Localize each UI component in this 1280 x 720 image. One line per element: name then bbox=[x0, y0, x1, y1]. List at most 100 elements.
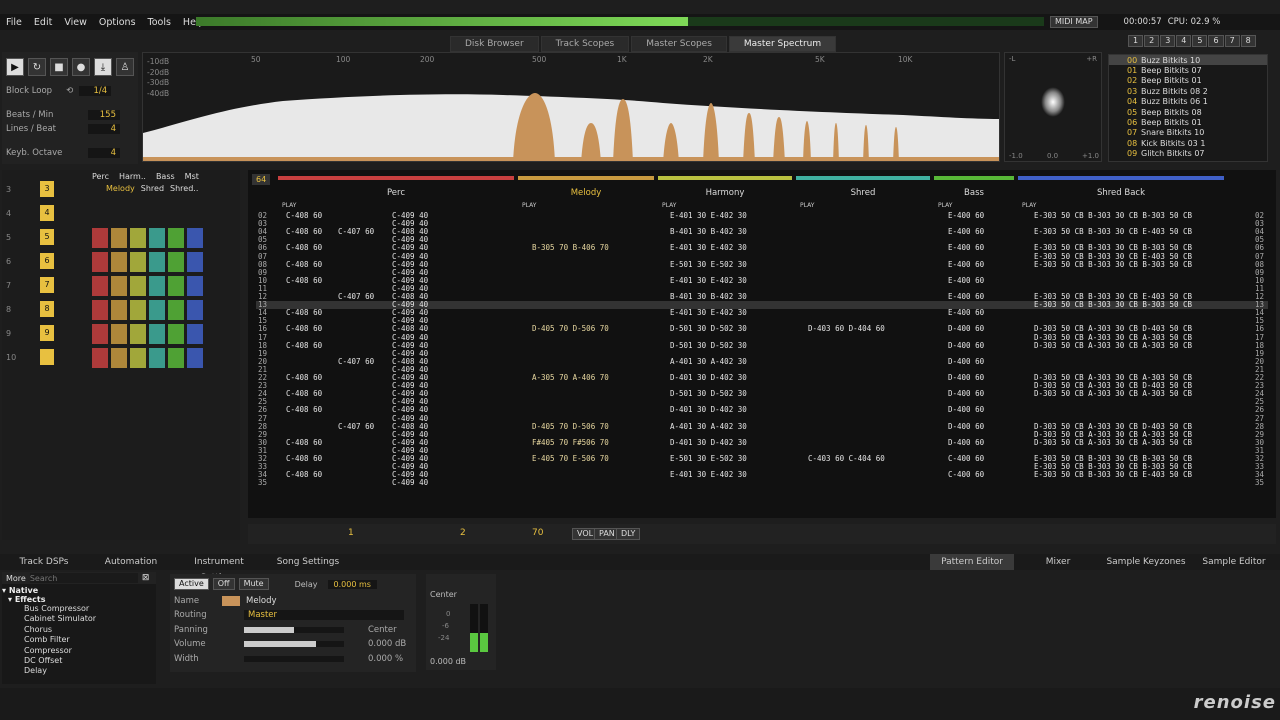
matrix-slot[interactable] bbox=[111, 252, 127, 272]
matrix-slot[interactable] bbox=[187, 228, 203, 248]
tab-automation[interactable]: Automation bbox=[92, 554, 170, 570]
tab-track-dsps[interactable]: Track DSPs bbox=[6, 554, 82, 570]
note-cell[interactable]: D-501 30 D-502 30 bbox=[670, 325, 747, 333]
note-cell[interactable]: C-408 60 bbox=[286, 471, 322, 479]
note-cell[interactable]: C-408 60 bbox=[286, 228, 322, 236]
matrix-slot[interactable] bbox=[111, 324, 127, 344]
mute-toggle[interactable]: Mute bbox=[238, 578, 269, 590]
note-cell[interactable]: E-400 60 bbox=[948, 228, 984, 236]
note-cell[interactable]: D-405 70 D-506 70 bbox=[532, 422, 609, 431]
note-cell[interactable]: D-401 30 D-402 30 bbox=[670, 406, 747, 414]
matrix-slot[interactable] bbox=[130, 324, 146, 344]
matrix-slot[interactable] bbox=[92, 300, 108, 320]
track-header[interactable]: Perc bbox=[278, 188, 514, 198]
sequence-slot[interactable]: 10 bbox=[6, 348, 66, 366]
matrix-slot[interactable] bbox=[111, 276, 127, 296]
note-cell[interactable]: C-408 60 bbox=[286, 438, 322, 447]
matrix-slot[interactable] bbox=[168, 324, 184, 344]
track-name-value[interactable]: Melody bbox=[246, 596, 277, 606]
sequence-pattern[interactable]: 7 bbox=[40, 277, 54, 293]
matrix-slot[interactable] bbox=[92, 252, 108, 272]
lpb-value[interactable]: 4 bbox=[88, 124, 120, 134]
matrix-slot[interactable] bbox=[130, 228, 146, 248]
list-item[interactable]: 05 Beep Bitkits 08 bbox=[1109, 107, 1267, 117]
matrix-slot[interactable] bbox=[187, 276, 203, 296]
tracks-3-button[interactable]: 3 bbox=[1160, 35, 1176, 47]
note-cell[interactable]: D-501 30 D-502 30 bbox=[670, 390, 747, 398]
octave-value[interactable]: 4 bbox=[88, 148, 120, 158]
matrix-slot[interactable] bbox=[130, 276, 146, 296]
matrix-slot[interactable] bbox=[149, 348, 165, 368]
matrix-slot[interactable] bbox=[187, 348, 203, 368]
menu-options[interactable]: Options bbox=[93, 17, 142, 28]
note-cell[interactable]: E-303 50 CB B-303 30 CB B-303 50 CB bbox=[1034, 301, 1192, 309]
note-cell[interactable]: C-408 60 bbox=[286, 455, 322, 463]
list-item[interactable]: 07 Snare Bitkits 10 bbox=[1109, 128, 1267, 138]
note-cell[interactable]: C-409 40 bbox=[392, 479, 428, 487]
dsp-search-input[interactable] bbox=[29, 573, 138, 583]
matrix-slot[interactable] bbox=[187, 300, 203, 320]
note-cell[interactable]: D-401 30 D-402 30 bbox=[670, 438, 747, 447]
note-cell[interactable]: D-400 60 bbox=[948, 438, 984, 447]
note-cell[interactable]: A-401 30 A-402 30 bbox=[670, 357, 747, 366]
note-cell[interactable]: E-400 60 bbox=[948, 212, 984, 220]
note-cell[interactable]: C-400 60 bbox=[948, 455, 984, 463]
menu-file[interactable]: File bbox=[0, 17, 28, 28]
active-toggle[interactable]: Active bbox=[174, 578, 209, 590]
routing-select[interactable]: Master bbox=[244, 610, 404, 620]
note-cell[interactable]: E-401 30 E-402 30 bbox=[670, 309, 747, 317]
sequence-pattern[interactable]: 5 bbox=[40, 229, 54, 245]
matrix-slot[interactable] bbox=[168, 300, 184, 320]
width-slider[interactable] bbox=[244, 656, 344, 662]
note-cell[interactable]: C-408 60 bbox=[286, 406, 322, 414]
delay-value[interactable]: 0.000 ms bbox=[327, 579, 377, 589]
volume-slider[interactable] bbox=[244, 641, 344, 647]
tracks-7-button[interactable]: 7 bbox=[1224, 35, 1240, 47]
list-item[interactable]: 09 Glitch Bitkits 07 bbox=[1109, 149, 1267, 159]
menu-tools[interactable]: Tools bbox=[142, 17, 177, 28]
track-header[interactable]: Shred bbox=[796, 188, 930, 198]
tracks-2-button[interactable]: 2 bbox=[1144, 35, 1160, 47]
menu-edit[interactable]: Edit bbox=[28, 17, 58, 28]
track-header[interactable]: Melody bbox=[518, 188, 654, 198]
follow-icon[interactable]: ⤓ bbox=[94, 58, 112, 76]
sequence-slot[interactable]: 33 bbox=[6, 180, 66, 198]
note-cell[interactable]: E-400 60 bbox=[948, 260, 984, 269]
sequence-pattern[interactable] bbox=[40, 349, 54, 365]
matrix-slot[interactable] bbox=[149, 228, 165, 248]
note-cell[interactable]: E-303 50 CB B-303 30 CB B-303 50 CB bbox=[1034, 260, 1192, 269]
pattern-lines-count[interactable]: 64 bbox=[252, 174, 271, 185]
tracks-4-button[interactable]: 4 bbox=[1176, 35, 1192, 47]
note-cell[interactable]: D-401 30 D-402 30 bbox=[670, 374, 747, 382]
note-cell[interactable]: C-407 60 bbox=[338, 357, 374, 366]
note-cell[interactable]: D-303 50 CB A-303 30 CB A-303 50 CB bbox=[1034, 341, 1192, 350]
matrix-slot[interactable] bbox=[168, 228, 184, 248]
note-cell[interactable]: E-501 30 E-502 30 bbox=[670, 260, 747, 269]
volume-value[interactable]: 70 bbox=[532, 528, 543, 538]
matrix-slot[interactable] bbox=[111, 300, 127, 320]
note-cell[interactable]: C-408 60 bbox=[286, 212, 322, 220]
tracks-1-button[interactable]: 1 bbox=[1128, 35, 1144, 47]
more-button[interactable]: More bbox=[2, 574, 30, 583]
block-loop-value[interactable]: 1/4 bbox=[79, 86, 112, 96]
sequence-slot[interactable]: 88 bbox=[6, 300, 66, 318]
note-cell[interactable]: D-400 60 bbox=[948, 357, 984, 366]
note-cell[interactable]: C-407 60 bbox=[338, 422, 374, 431]
note-cell[interactable]: C-403 60 C-404 60 bbox=[808, 455, 885, 463]
note-cell[interactable]: C-408 60 bbox=[286, 374, 322, 382]
list-item[interactable]: Bus Compressor bbox=[24, 604, 156, 614]
note-cell[interactable]: E-400 60 bbox=[948, 309, 984, 317]
note-cell[interactable]: A-305 70 A-406 70 bbox=[532, 374, 609, 382]
matrix-slot[interactable] bbox=[187, 252, 203, 272]
list-item[interactable]: 00 Buzz Bitkits 10 bbox=[1109, 55, 1267, 66]
note-cell[interactable]: E-400 60 bbox=[948, 293, 984, 301]
note-cell[interactable]: D-501 30 D-502 30 bbox=[670, 341, 747, 350]
tab-sample-editor[interactable]: Sample Editor bbox=[1194, 554, 1274, 570]
note-cell[interactable]: D-400 60 bbox=[948, 422, 984, 431]
sequence-pattern[interactable]: 3 bbox=[40, 181, 54, 197]
note-cell[interactable]: D-400 60 bbox=[948, 390, 984, 398]
block-loop-toggle-icon[interactable]: ⟲ bbox=[66, 86, 73, 96]
note-cell[interactable]: A-401 30 A-402 30 bbox=[670, 422, 747, 431]
tab-disk-browser[interactable]: Disk Browser bbox=[450, 36, 539, 52]
note-cell[interactable]: C-408 60 bbox=[286, 390, 322, 398]
